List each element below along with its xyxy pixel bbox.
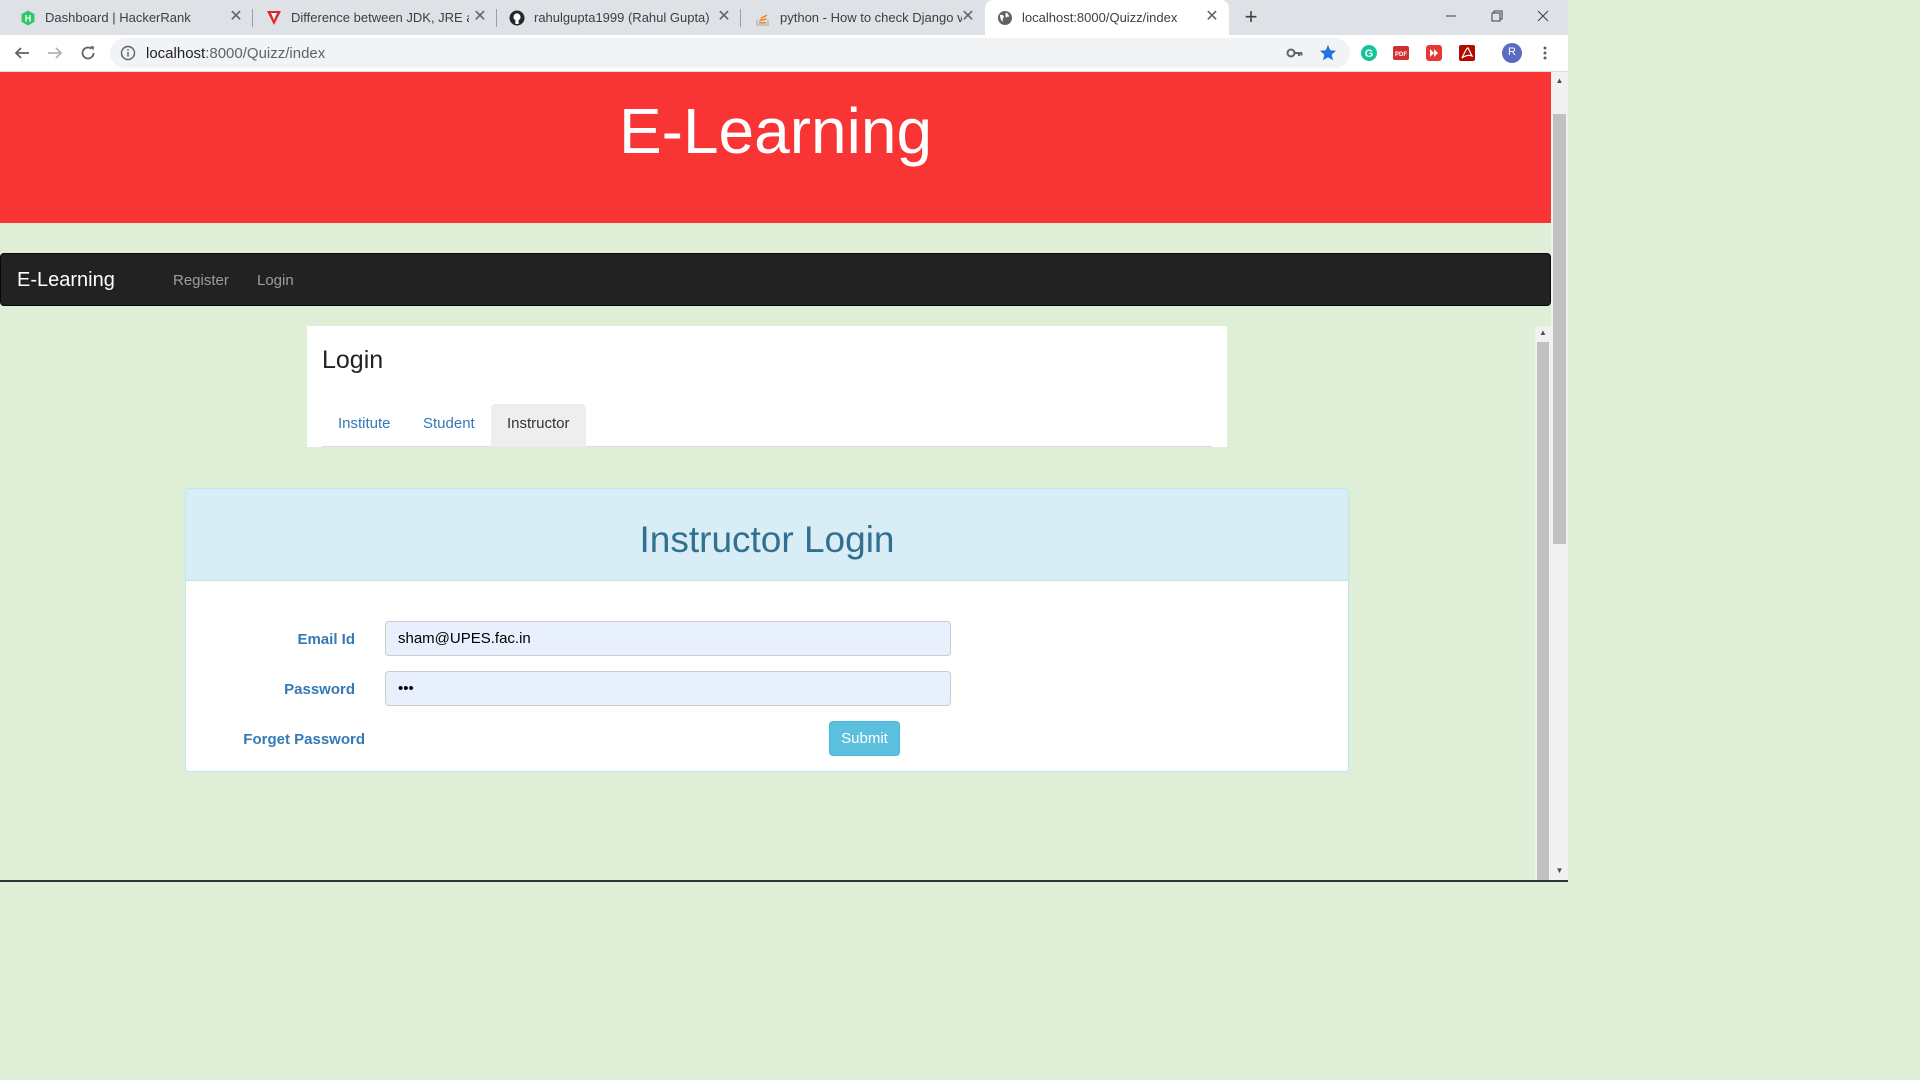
browser-tab-strip: H Dashboard | HackerRank ✕ Difference be…: [0, 0, 1568, 35]
address-bar[interactable]: localhost:8000/Quizz/index: [110, 38, 1350, 68]
close-tab-icon[interactable]: ✕: [959, 8, 977, 26]
github-icon: [509, 10, 525, 26]
back-arrow-icon[interactable]: [8, 39, 36, 67]
browser-tab-jdk-jre[interactable]: Difference between JDK, JRE and ✕: [253, 0, 497, 35]
nav-link-login[interactable]: Login: [257, 272, 294, 289]
card-header: Instructor Login: [186, 489, 1348, 581]
profile-initial: R: [1508, 46, 1516, 58]
password-label: Password: [284, 681, 355, 698]
page-viewport: E-Learning E-Learning Register Login Log…: [0, 72, 1551, 882]
browser-tab-github[interactable]: rahulgupta1999 (Rahul Gupta) ✕: [497, 0, 741, 35]
restore-icon[interactable]: [1474, 0, 1520, 32]
grammarly-icon[interactable]: G: [1359, 43, 1379, 63]
url-host: localhost: [146, 44, 206, 62]
acrobat-icon[interactable]: [1457, 43, 1477, 63]
close-tab-icon[interactable]: ✕: [1203, 8, 1221, 26]
new-tab-button[interactable]: +: [1238, 4, 1264, 30]
close-tab-icon[interactable]: ✕: [227, 8, 245, 26]
window-bottom-edge: [0, 880, 1568, 882]
close-window-icon[interactable]: [1520, 0, 1566, 32]
globe-icon: [997, 10, 1013, 26]
tab-title: localhost:8000/Quizz/index: [1022, 10, 1178, 25]
tab-title: Dashboard | HackerRank: [45, 10, 191, 25]
hero-title: E-Learning: [618, 95, 933, 167]
minimize-icon[interactable]: [1428, 0, 1474, 32]
svg-text:G: G: [1365, 48, 1374, 60]
bookmark-star-icon[interactable]: [1318, 43, 1338, 63]
email-field[interactable]: [385, 621, 951, 656]
browser-tab-stackoverflow[interactable]: python - How to check Django v ✕: [741, 0, 985, 35]
browser-tab-hackerrank[interactable]: H Dashboard | HackerRank ✕: [0, 0, 253, 35]
login-panel: Login Institute Student Instructor: [307, 326, 1227, 447]
svg-text:H: H: [25, 13, 32, 23]
submit-button[interactable]: Submit: [829, 721, 900, 756]
scrollbar-thumb[interactable]: [1553, 114, 1566, 544]
menu-dots-icon[interactable]: [1535, 43, 1555, 63]
scroll-up-arrow-icon[interactable]: ▲: [1551, 74, 1568, 88]
site-navbar: E-Learning Register Login: [0, 253, 1551, 306]
login-role-tabs: Institute Student Instructor: [322, 404, 1212, 447]
browser-toolbar: localhost:8000/Quizz/index G PDF R: [0, 35, 1568, 72]
info-icon[interactable]: [120, 45, 136, 61]
tab-institute[interactable]: Institute: [322, 404, 407, 447]
nav-link-register[interactable]: Register: [173, 272, 229, 289]
instructor-login-card: Instructor Login Email Id Password Forge…: [185, 488, 1349, 772]
key-icon[interactable]: [1285, 43, 1305, 63]
navbar-brand[interactable]: E-Learning: [17, 269, 115, 292]
hero-banner: E-Learning: [0, 72, 1551, 223]
close-tab-icon[interactable]: ✕: [715, 8, 733, 26]
tab-student[interactable]: Student: [407, 404, 491, 447]
tab-title: python - How to check Django v: [780, 10, 962, 25]
stackoverflow-icon: [755, 10, 771, 26]
pdf-extension-icon[interactable]: PDF: [1391, 43, 1411, 63]
page-scrollbar[interactable]: ▲ ▼: [1551, 72, 1568, 882]
email-label: Email Id: [297, 631, 355, 648]
url-text: localhost:8000/Quizz/index: [146, 45, 325, 62]
scroll-down-arrow-icon[interactable]: ▼: [1551, 864, 1568, 878]
forget-password-link[interactable]: Forget Password: [226, 731, 365, 748]
tab-title: Difference between JDK, JRE and: [291, 10, 469, 25]
svg-text:PDF: PDF: [1395, 52, 1407, 58]
scroll-up-arrow-icon[interactable]: ▲: [1535, 328, 1551, 340]
login-heading: Login: [322, 346, 384, 374]
form-title: Instructor Login: [639, 519, 895, 560]
inner-scrollbar[interactable]: ▲: [1535, 326, 1551, 882]
browser-tab-localhost[interactable]: localhost:8000/Quizz/index ✕: [985, 0, 1229, 35]
reload-icon[interactable]: [74, 39, 102, 67]
tab-title: rahulgupta1999 (Rahul Gupta): [534, 10, 710, 25]
forward-arrow-icon[interactable]: [41, 39, 69, 67]
close-tab-icon[interactable]: ✕: [471, 8, 489, 26]
tab-instructor[interactable]: Instructor: [491, 404, 586, 447]
profile-avatar[interactable]: R: [1502, 43, 1522, 63]
hackerrank-icon: H: [20, 10, 36, 26]
vivid-icon: [266, 10, 282, 26]
url-path: :8000/Quizz/index: [205, 44, 326, 62]
password-field[interactable]: [385, 671, 951, 706]
scrollbar-thumb[interactable]: [1537, 342, 1549, 882]
media-extension-icon[interactable]: [1424, 43, 1444, 63]
